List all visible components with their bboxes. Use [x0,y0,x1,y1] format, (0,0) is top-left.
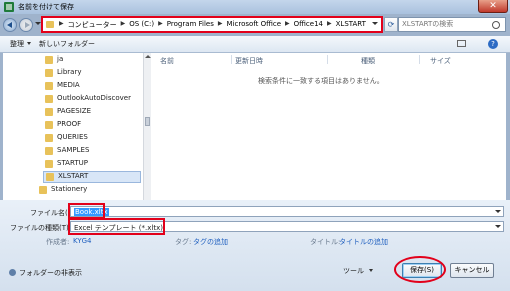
tree-item-xlstart[interactable]: XLSTART [43,171,141,183]
add-title-link[interactable]: タイトルの追加 [339,237,388,247]
hide-folders-label: フォルダーの非表示 [19,269,82,277]
chevron-down-icon[interactable] [495,225,501,228]
save-highlight-oval [394,256,446,283]
folder-icon [45,56,53,64]
folder-icon [45,134,53,142]
hide-folders-button[interactable]: フォルダーの非表示 [9,268,82,278]
chevron-down-icon [27,42,31,45]
tree-item-startup[interactable]: STARTUP [45,159,141,171]
tools-menu-button[interactable]: ツール [343,266,373,276]
folder-icon [45,121,53,129]
filetype-highlight-box [68,218,165,235]
back-button[interactable] [3,18,17,32]
organize-button[interactable]: 整理 [10,39,31,49]
collapse-up-icon [9,269,16,276]
add-tag-link[interactable]: タグの追加 [193,237,228,247]
folder-icon [46,173,54,181]
search-box[interactable] [398,17,506,32]
tree-item-samples[interactable]: SAMPLES [45,146,141,158]
search-icon[interactable] [492,21,500,29]
column-header-type[interactable]: 種類 [361,56,375,66]
author-label: 作成者: [46,238,70,246]
tree-item-ja[interactable]: ja [45,55,141,67]
filename-input[interactable]: Book.xltx [70,206,504,217]
new-folder-button[interactable]: 新しいフォルダー [39,39,95,49]
close-button[interactable]: ✕ [478,0,508,13]
navigation-pane[interactable]: ja Library MEDIA OutlookAutoDiscover PAG… [3,53,151,200]
folder-icon [45,108,53,116]
scrollbar-thumb[interactable] [145,117,150,126]
organize-label: 整理 [10,40,24,48]
view-options-icon[interactable] [457,40,466,47]
refresh-button[interactable]: ⟳ [384,17,398,32]
help-icon[interactable]: ? [488,39,498,49]
empty-list-message: 検索条件に一致する項目はありません。 [258,77,384,85]
tools-label: ツール [343,267,364,275]
title-bar: 名前を付けて保存 ✕ [0,0,510,14]
column-divider[interactable] [419,55,420,64]
file-list-pane[interactable]: 名前 更新日時 種類 サイズ 検索条件に一致する項目はありません。 [151,53,506,200]
tree-item-queries[interactable]: QUERIES [45,133,141,145]
folder-icon [45,160,53,168]
save-as-dialog: 名前を付けて保存 ✕ ▶ コンピューター ▶ OS (C:) ▶ Program… [0,0,510,291]
chevron-down-icon[interactable] [495,210,501,213]
column-header-name[interactable]: 名前 [160,56,174,66]
folder-icon [45,69,53,77]
chevron-down-icon [369,269,373,272]
filetype-label: ファイルの種類(T): [10,224,72,232]
address-highlight-box [41,16,383,33]
folder-icon [45,147,53,155]
folder-icon [45,82,53,90]
column-divider[interactable] [231,55,232,64]
column-header-modified[interactable]: 更新日時 [235,56,263,66]
author-value[interactable]: KYG4 [73,237,92,245]
navigation-scrollbar[interactable] [143,53,151,200]
tags-label: タグ: [175,238,192,246]
tree-item-library[interactable]: Library [45,68,141,80]
tree-item-outlookautodiscover[interactable]: OutlookAutoDiscover [45,94,141,106]
folder-icon [39,186,47,194]
filename-highlight-box [68,203,105,219]
command-toolbar: 整理 新しいフォルダー ? [0,36,510,53]
folder-icon [45,95,53,103]
search-input[interactable] [402,20,487,28]
window-title: 名前を付けて保存 [18,3,74,11]
forward-button[interactable] [19,18,33,32]
tree-item-pagesize[interactable]: PAGESIZE [45,107,141,119]
tree-item-media[interactable]: MEDIA [45,81,141,93]
tree-item-stationery[interactable]: Stationery [39,185,139,197]
excel-app-icon [4,2,14,12]
column-header-size[interactable]: サイズ [430,56,451,66]
title-label: タイトル: [310,238,341,246]
cancel-button[interactable]: キャンセル [450,263,494,278]
column-divider[interactable] [327,55,328,64]
tree-item-proof[interactable]: PROOF [45,120,141,132]
